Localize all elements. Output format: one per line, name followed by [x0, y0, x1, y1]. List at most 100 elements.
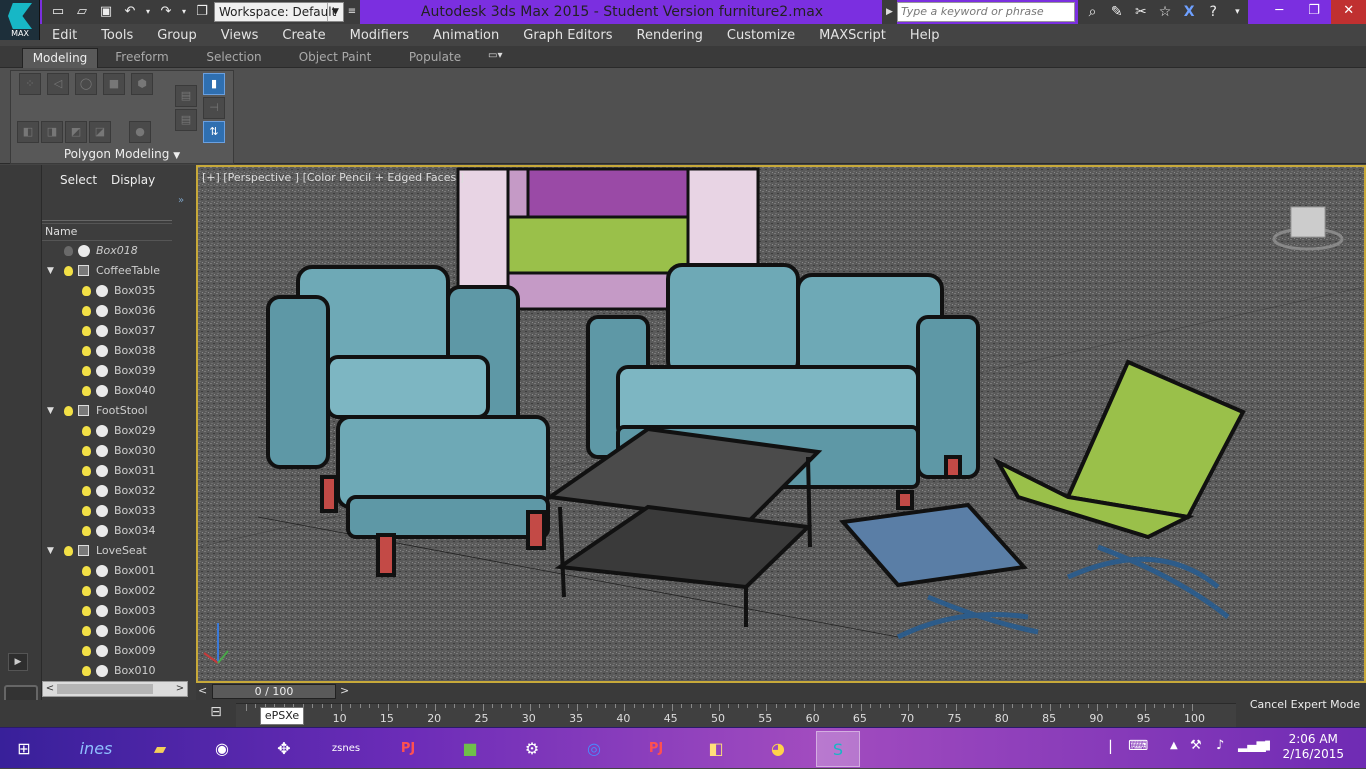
light-bulb-icon[interactable] [82, 586, 91, 596]
light-bulb-icon[interactable] [82, 526, 91, 536]
menu-item[interactable]: Help [898, 28, 952, 43]
save-icon[interactable]: ▣ [96, 3, 116, 21]
project64-icon[interactable]: PJ [386, 731, 430, 767]
perspective-viewport[interactable]: [+] [Perspective ] [Color Pencil + Edged… [196, 165, 1366, 683]
redo-dropdown-icon[interactable]: ▾ [180, 3, 188, 21]
menu-item[interactable]: Views [209, 28, 271, 43]
edge-icon[interactable]: ◁ [47, 73, 69, 95]
menu-item[interactable]: Modifiers [338, 28, 421, 43]
scene-object-row[interactable]: Box029 [42, 421, 172, 441]
qat-customize-icon[interactable]: ≡ [344, 2, 360, 22]
windows-start-icon[interactable]: ⊞ [2, 731, 46, 767]
mini-curve-editor-icon[interactable]: ⊟ [206, 704, 226, 724]
scene-object-row[interactable]: Box037 [42, 321, 172, 341]
tray-expand-icon[interactable]: ▲ [1170, 740, 1178, 751]
scene-horizontal-scrollbar[interactable]: < > [42, 681, 188, 697]
light-bulb-icon[interactable] [82, 346, 91, 356]
scene-object-row[interactable]: Box002 [42, 581, 172, 601]
scene-object-row[interactable]: Box009 [42, 641, 172, 661]
gamepad-icon[interactable]: ✥ [262, 731, 306, 767]
menu-item[interactable]: Rendering [625, 28, 715, 43]
new-file-icon[interactable]: ▭ [48, 3, 68, 21]
light-bulb-icon[interactable] [64, 246, 73, 256]
exchange-icon[interactable]: X [1179, 4, 1200, 20]
modify-mode-icon[interactable]: ▤ [175, 85, 197, 107]
light-bulb-icon[interactable] [82, 506, 91, 516]
scene-object-row[interactable]: Box033 [42, 501, 172, 521]
wrench-icon[interactable]: ✎ [1106, 4, 1127, 20]
toggle-command-panel-icon[interactable]: ⇅ [203, 121, 225, 143]
menu-item[interactable]: Edit [40, 28, 89, 43]
3ds-max-taskbar-icon[interactable]: S [816, 731, 860, 767]
light-bulb-icon[interactable] [82, 446, 91, 456]
file-explorer-icon[interactable]: ▰ [138, 731, 182, 767]
minecraft-icon[interactable]: ■ [448, 731, 492, 767]
menu-item[interactable]: Create [270, 28, 337, 43]
vertex-icon[interactable]: ⁘ [19, 73, 41, 95]
polygon-modeling-dropdown[interactable]: Polygon Modeling ▼ [10, 144, 234, 164]
app-circle-icon[interactable]: ◎ [572, 731, 616, 767]
tools-icon[interactable]: ✂ [1130, 4, 1151, 20]
element-icon[interactable]: ⬢ [131, 73, 153, 95]
scene-object-row[interactable]: Box040 [42, 381, 172, 401]
ignore-backfacing-icon[interactable]: ◪ [89, 121, 111, 143]
previous-modifier-icon[interactable]: ◧ [17, 121, 39, 143]
menu-item[interactable]: Customize [715, 28, 807, 43]
collapse-stack-icon[interactable]: ▤ [175, 109, 197, 131]
light-bulb-icon[interactable] [64, 406, 73, 416]
time-slider[interactable]: < 0 / 100 > [196, 683, 1366, 700]
light-bulb-icon[interactable] [82, 426, 91, 436]
scene-object-row[interactable]: Box001 [42, 561, 172, 581]
scene-object-row[interactable]: Box035 [42, 281, 172, 301]
tab-select[interactable]: Select [56, 173, 101, 193]
use-nurms-icon[interactable]: ● [129, 121, 151, 143]
menu-item[interactable]: MAXScript [807, 28, 898, 43]
project-folder-icon[interactable]: ❐ [192, 3, 212, 21]
chrome-icon[interactable]: ◕ [756, 731, 800, 767]
folder-color-icon[interactable]: ◧ [694, 731, 738, 767]
steam-icon[interactable]: ◉ [200, 731, 244, 767]
scene-group-row[interactable]: ▼ FootStool [42, 401, 172, 421]
name-column-header[interactable]: Name [42, 223, 172, 241]
undo-dropdown-icon[interactable]: ▾ [144, 3, 152, 21]
light-bulb-icon[interactable] [82, 386, 91, 396]
light-bulb-icon[interactable] [82, 306, 91, 316]
scene-object-row[interactable]: Box018 [42, 241, 172, 261]
close-icon[interactable]: ✕ [1331, 0, 1366, 24]
clock[interactable]: 2:06 AM 2/16/2015 [1282, 732, 1344, 762]
light-bulb-icon[interactable] [82, 286, 91, 296]
show-end-result-icon[interactable]: ▮ [203, 73, 225, 95]
search-input[interactable]: Type a keyword or phrase [897, 2, 1075, 22]
tab-freeform[interactable]: Freeform [104, 48, 180, 68]
star-icon[interactable]: ☆ [1154, 4, 1175, 20]
scene-group-row[interactable]: ▼ LoveSeat [42, 541, 172, 561]
expand-icon[interactable]: ▼ [47, 541, 57, 561]
scene-object-row[interactable]: Box039 [42, 361, 172, 381]
redo-icon[interactable]: ↷ [156, 3, 176, 21]
tab-modeling[interactable]: Modeling [22, 48, 98, 68]
undo-icon[interactable]: ↶ [120, 3, 140, 21]
expand-icon[interactable]: ▼ [47, 401, 57, 421]
light-bulb-icon[interactable] [82, 566, 91, 576]
show-desktop-icon[interactable]: ▏ [1110, 740, 1119, 754]
binoculars-icon[interactable]: ⌕ [1082, 4, 1103, 20]
preserve-uvs-icon[interactable]: ◩ [65, 121, 87, 143]
search-expand-icon[interactable]: ▶ [882, 0, 897, 24]
scroll-left-icon[interactable]: < [43, 682, 57, 696]
scene-object-row[interactable]: Box032 [42, 481, 172, 501]
tab-object-paint[interactable]: Object Paint [290, 48, 380, 68]
scrollbar-thumb[interactable] [57, 684, 153, 694]
next-frame-icon[interactable]: > [340, 684, 349, 697]
light-bulb-icon[interactable] [64, 546, 73, 556]
scroll-right-icon[interactable]: > [173, 682, 187, 696]
light-bulb-icon[interactable] [82, 326, 91, 336]
scene-object-row[interactable]: Box003 [42, 601, 172, 621]
light-bulb-icon[interactable] [82, 646, 91, 656]
tab-populate[interactable]: Populate [398, 48, 472, 68]
light-bulb-icon[interactable] [82, 666, 91, 676]
ines-app-icon[interactable]: ines [74, 731, 118, 767]
scene-object-row[interactable]: Box006 [42, 621, 172, 641]
tab-display[interactable]: Display [107, 173, 159, 193]
expand-arrow-icon[interactable]: ▶ [8, 653, 28, 671]
maximize-icon[interactable]: ❐ [1297, 0, 1332, 24]
